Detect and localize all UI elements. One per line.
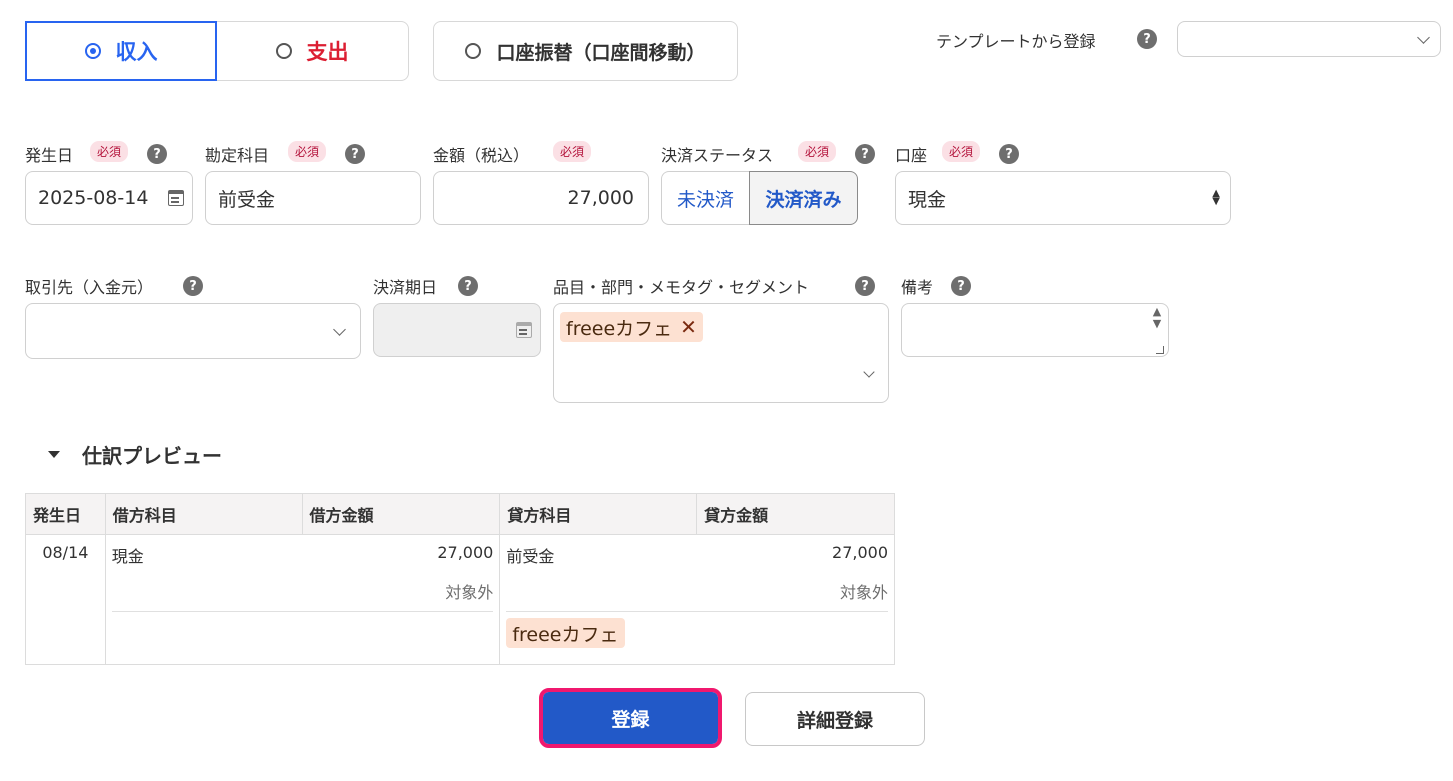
credit-tag-chip: freeeカフェ <box>506 618 625 648</box>
amount-required-badge: 必須 <box>553 141 592 162</box>
due-date-input[interactable] <box>373 303 541 357</box>
credit-tax: 対象外 <box>506 579 888 612</box>
detail-register-button[interactable]: 詳細登録 <box>745 692 925 746</box>
wallet-label: 口座 <box>895 146 928 165</box>
resize-handle-icon[interactable] <box>1156 346 1164 354</box>
wallet-select[interactable]: 現金 ▲ ▼ <box>895 171 1231 225</box>
income-label: 収入 <box>115 40 158 64</box>
tag-chip-label: freeeカフェ <box>566 317 673 340</box>
account-item-value: 前受金 <box>218 188 276 211</box>
column-header: 貸方金額 <box>696 493 895 535</box>
amount-label: 金額（税込） <box>433 146 530 165</box>
issue-date-value: 2025-08-14 <box>38 187 149 209</box>
register-button[interactable]: 登録 <box>539 688 722 748</box>
calendar-icon <box>516 322 532 338</box>
remove-tag-icon[interactable]: ✕ <box>680 315 697 339</box>
table-row: 08/14 現金 27,000 対象外 前受金 27,000 対象外 freee… <box>25 534 895 665</box>
template-label: テンプレートから登録 <box>936 32 1096 51</box>
chevron-down-icon[interactable] <box>863 366 875 378</box>
unsettled-option[interactable]: 未決済 <box>661 171 749 225</box>
column-header: 貸方科目 <box>499 493 698 535</box>
account-item-required-badge: 必須 <box>288 141 327 162</box>
chevron-down-icon <box>1417 30 1430 44</box>
amount-input[interactable]: 27,000 <box>433 171 649 225</box>
debit-account: 現金 <box>111 547 144 566</box>
issue-date-required-badge: 必須 <box>90 141 129 162</box>
settlement-status-segmented: 未決済 決済済み <box>661 171 858 225</box>
partner-select[interactable] <box>25 303 361 359</box>
due-date-label: 決済期日 <box>373 278 438 297</box>
sort-arrows-icon: ▲ ▼ <box>1212 188 1220 207</box>
partner-label: 取引先（入金元） <box>25 278 154 297</box>
chevron-down-icon <box>333 322 346 336</box>
income-radio-icon <box>84 43 101 59</box>
column-header: 借方科目 <box>104 493 303 535</box>
template-select[interactable] <box>1177 21 1441 57</box>
account-item-help-icon[interactable]: ? <box>345 144 365 164</box>
memo-label: 備考 <box>901 278 934 297</box>
partner-help-icon[interactable]: ? <box>183 276 203 296</box>
settled-option[interactable]: 決済済み <box>749 171 858 225</box>
transfer-toggle[interactable]: 口座振替（口座間移動） <box>433 21 738 81</box>
preview-toggle[interactable]: 仕訳プレビュー <box>48 440 222 469</box>
debit-cell: 現金 27,000 対象外 <box>104 534 501 665</box>
memo-help-icon[interactable]: ? <box>951 276 971 296</box>
date-value: 08/14 <box>42 543 89 562</box>
column-header: 借方金額 <box>301 493 501 535</box>
credit-account: 前受金 <box>506 547 555 566</box>
settlement-status-help-icon[interactable]: ? <box>855 144 875 164</box>
table-header-row: 発生日 借方科目 借方金額 貸方科目 貸方金額 <box>25 493 895 535</box>
expense-label: 支出 <box>306 40 349 64</box>
preview-title: 仕訳プレビュー <box>82 444 222 468</box>
settlement-status-required-badge: 必須 <box>798 141 837 162</box>
tags-label: 品目・部門・メモタグ・セグメント <box>553 278 810 297</box>
journal-preview-table: 発生日 借方科目 借方金額 貸方科目 貸方金額 08/14 現金 27,000 … <box>25 493 895 665</box>
column-header: 発生日 <box>25 493 106 535</box>
credit-cell: 前受金 27,000 対象外 freeeカフェ <box>499 534 895 665</box>
tags-help-icon[interactable]: ? <box>855 276 875 296</box>
issue-date-input[interactable]: 2025-08-14 <box>25 171 193 225</box>
tag-chip: freeeカフェ ✕ <box>560 312 703 342</box>
wallet-value: 現金 <box>908 188 947 211</box>
transfer-label: 口座振替（口座間移動） <box>496 41 706 64</box>
date-cell: 08/14 <box>25 534 106 665</box>
settlement-status-label: 決済ステータス <box>661 146 774 165</box>
caret-down-icon <box>48 451 60 458</box>
account-item-input[interactable]: 前受金 <box>205 171 421 225</box>
income-toggle[interactable]: 収入 <box>25 21 217 81</box>
expense-toggle[interactable]: 支出 <box>215 21 409 81</box>
expense-radio-icon <box>275 43 292 59</box>
issue-date-help-icon[interactable]: ? <box>147 144 167 164</box>
account-item-label: 勘定科目 <box>205 146 270 165</box>
memo-textarea[interactable]: ▲ ▼ <box>901 303 1169 357</box>
wallet-required-badge: 必須 <box>942 141 981 162</box>
calendar-icon[interactable] <box>168 190 184 206</box>
amount-value: 27,000 <box>567 187 634 209</box>
template-help-icon[interactable]: ? <box>1137 29 1157 49</box>
issue-date-label: 発生日 <box>25 146 74 165</box>
due-date-help-icon[interactable]: ? <box>458 276 478 296</box>
tags-input[interactable]: freeeカフェ ✕ <box>553 303 889 403</box>
wallet-help-icon[interactable]: ? <box>999 144 1019 164</box>
transfer-radio-icon <box>465 43 482 59</box>
debit-tax: 対象外 <box>111 579 494 612</box>
credit-amount: 27,000 <box>832 543 888 562</box>
debit-amount: 27,000 <box>437 543 494 562</box>
